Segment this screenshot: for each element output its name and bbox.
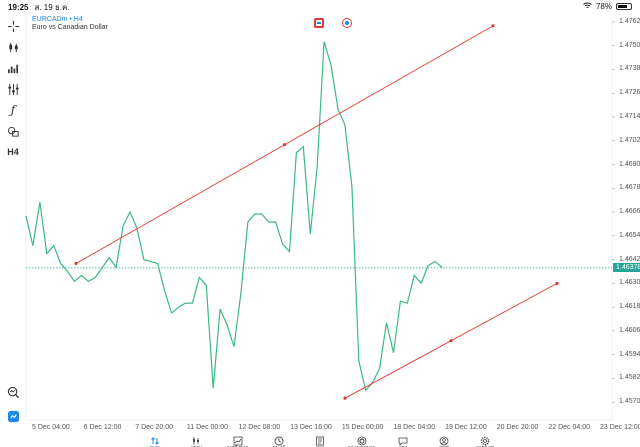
time-axis-label: 19 Dec 12:00 xyxy=(445,424,487,431)
nav-item-chat[interactable]: แชท xyxy=(383,433,423,447)
crosshair-icon[interactable] xyxy=(3,16,23,36)
nav-item-news[interactable]: ข่าว xyxy=(300,433,340,447)
trend-line xyxy=(75,25,494,264)
price-axis-label: 1.47020 xyxy=(619,136,640,144)
chart-icon xyxy=(191,433,201,445)
price-axis-label: 1.47380 xyxy=(619,65,640,73)
time-axis-label: 20 Dec 20:00 xyxy=(496,424,539,431)
price-axis-label: 1.46300 xyxy=(619,279,640,287)
drawing-toolbar: ƒ H4 xyxy=(0,14,26,432)
status-time: 19:25 xyxy=(8,2,29,12)
price-axis-label: 1.45940 xyxy=(619,350,640,358)
time-axis-label: 23 Dec 12:00 xyxy=(600,424,640,431)
time-axis-label: 7 Dec 20:00 xyxy=(135,424,174,431)
status-date: ส. 19 ธ.ค. xyxy=(34,2,70,12)
current-price-label: 1.46378 xyxy=(613,263,640,273)
price-axis-label: 1.47500 xyxy=(619,41,640,49)
battery-icon xyxy=(616,3,632,10)
time-axis-label: 11 Dec 00:00 xyxy=(186,424,229,431)
indicators-icon[interactable] xyxy=(3,79,23,99)
battery-percent: 78% xyxy=(595,2,612,11)
time-axis-label: 13 Dec 16:00 xyxy=(290,424,332,431)
price-axis-label: 1.46060 xyxy=(619,326,640,334)
nav-item-chart[interactable]: กราฟ xyxy=(176,433,216,447)
status-indicators: 78% xyxy=(583,2,632,11)
symbol-title: EURCADm • H4 xyxy=(32,16,83,23)
price-axis-label: 1.46780 xyxy=(619,184,640,192)
price-axis-label: 1.46420 xyxy=(619,255,640,263)
nav-item-trade[interactable]: การซื้อขาย xyxy=(218,433,258,447)
price-axis-label: 1.47620 xyxy=(619,17,640,25)
price-axis-label: 1.46660 xyxy=(619,208,640,216)
trend-line-anchor xyxy=(343,396,347,400)
time-axis-label: 12 Dec 08:00 xyxy=(238,424,281,431)
trend-line-anchor xyxy=(491,24,495,28)
price-axis-label: 1.46540 xyxy=(619,231,640,239)
shapes-icon[interactable] xyxy=(3,121,23,141)
battery-level xyxy=(618,5,628,8)
mail-icon xyxy=(357,433,367,446)
price-axis-label: 1.47260 xyxy=(619,89,640,97)
bottom-navigation: ราคากราฟการซื้อขายประวัติข่าวกล่องจดหมาย… xyxy=(0,433,640,447)
price-axis-label: 1.45820 xyxy=(619,374,640,382)
wifi-icon xyxy=(583,2,592,11)
time-axis-label: 15 Dec 00:00 xyxy=(341,424,384,431)
trend-line-anchor xyxy=(74,261,78,266)
nav-item-history[interactable]: ประวัติ xyxy=(259,433,299,447)
symbol-description: Euro vs Canadian Dollar xyxy=(32,24,108,31)
function-icon[interactable]: ƒ xyxy=(3,100,23,120)
market-depth-icon[interactable] xyxy=(342,18,352,28)
price-line-series xyxy=(25,41,443,392)
candlestick-icon[interactable] xyxy=(3,37,23,57)
history-icon xyxy=(274,433,284,446)
account-icon xyxy=(439,433,449,446)
price-chart[interactable] xyxy=(0,0,640,447)
price-axis-label: 1.45700 xyxy=(619,398,640,406)
price-axis-label: 1.46900 xyxy=(619,160,640,168)
time-axis-label: 5 Dec 04:00 xyxy=(32,424,70,431)
nav-item-settings[interactable]: การตั้งค่า xyxy=(465,433,505,447)
nav-item-account[interactable]: บัญชี xyxy=(424,433,464,447)
zoom-icon[interactable] xyxy=(3,382,23,402)
price-axis-label: 1.47140 xyxy=(619,112,640,120)
bar-chart-icon[interactable] xyxy=(3,58,23,78)
time-axis-label: 6 Dec 12:00 xyxy=(83,424,122,431)
chat-icon xyxy=(398,433,408,446)
status-bar: 19:25 ส. 19 ธ.ค. 78% xyxy=(0,0,640,14)
time-axis-label: 18 Dec 04:00 xyxy=(393,424,436,431)
trade-icon xyxy=(233,433,243,446)
trend-line xyxy=(344,282,558,399)
chart-header-icons xyxy=(314,18,352,28)
news-icon xyxy=(315,433,325,446)
trend-line-anchor xyxy=(449,339,453,343)
trading-app-icon[interactable] xyxy=(3,406,23,426)
one-click-trading-icon[interactable] xyxy=(314,18,324,28)
timeframe-button[interactable]: H4 xyxy=(3,142,23,162)
quotes-icon xyxy=(150,433,160,445)
price-axis-label: 1.46180 xyxy=(619,303,640,311)
settings-icon xyxy=(480,433,490,446)
nav-item-quotes[interactable]: ราคา xyxy=(135,433,175,447)
trend-line-anchor xyxy=(555,281,559,285)
nav-item-mail[interactable]: กล่องจดหมาย xyxy=(342,433,382,447)
trend-line-anchor xyxy=(282,143,287,147)
time-axis-label: 22 Dec 04:00 xyxy=(548,424,591,431)
